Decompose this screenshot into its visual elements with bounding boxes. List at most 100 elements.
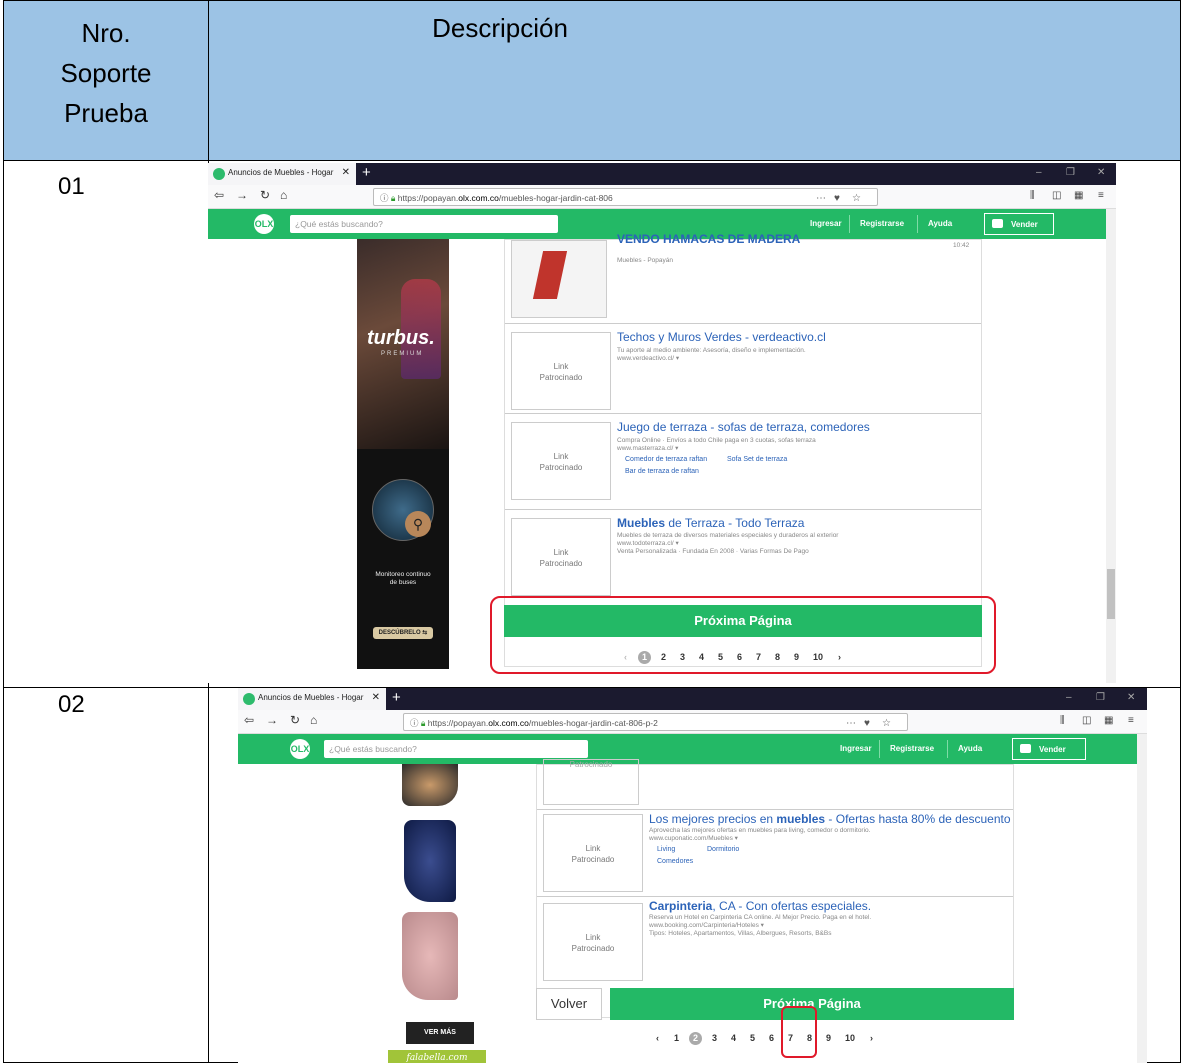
listing-thumbnail[interactable]: [511, 240, 607, 318]
menu-icon[interactable]: ≡: [1098, 190, 1104, 201]
close-window-icon[interactable]: ✕: [1097, 167, 1105, 178]
sidebar-icon[interactable]: ◫: [1052, 190, 1061, 201]
sell-button[interactable]: Vender: [984, 213, 1054, 235]
browser-tab[interactable]: Anuncios de Muebles - Hogar ✕: [238, 688, 386, 710]
page-link[interactable]: 6: [762, 1033, 781, 1043]
forward-icon[interactable]: →: [236, 188, 248, 202]
divider: [947, 740, 948, 758]
library-icon[interactable]: ⫼: [1060, 715, 1065, 726]
ad-title[interactable]: Techos y Muros Verdes - verdeactivo.cl: [617, 330, 826, 344]
page-actions-icon[interactable]: ⋯: [816, 193, 826, 204]
ad-description: Reserva un Hotel en Carpinteria CA onlin…: [649, 914, 872, 921]
falabella-ad-banner[interactable]: VER MÁS falabella.com: [388, 764, 486, 1063]
ad-title[interactable]: Muebles de Terraza - Todo Terraza: [617, 516, 804, 530]
back-button[interactable]: Volver: [536, 988, 602, 1020]
close-tab-icon[interactable]: ✕: [372, 692, 380, 703]
url-bar[interactable]: ⓘ 🔒︎ https://popayan.olx.com.co/muebles-…: [373, 188, 878, 206]
ad-url[interactable]: www.cuponatic.com/Muebles ▾: [649, 835, 738, 843]
ad-title[interactable]: Carpinteria, CA - Con ofertas especiales…: [649, 899, 871, 913]
extension-icon[interactable]: ▦: [1074, 190, 1083, 201]
new-tab-icon[interactable]: +: [392, 689, 401, 706]
bookmark-star-icon[interactable]: ☆: [852, 193, 861, 204]
ad-description: Aprovecha las mejores ofertas en muebles…: [649, 827, 871, 834]
url-bar[interactable]: ⓘ 🔒︎ https://popayan.olx.com.co/muebles-…: [403, 713, 908, 731]
turbus-ad-banner[interactable]: turbus. PREMIUM ⚲ Monitoreo continuo de b…: [357, 239, 449, 669]
page-scrollbar[interactable]: [1137, 734, 1147, 1063]
page-actions-icon[interactable]: ⋯: [846, 718, 856, 729]
page-link[interactable]: 1: [667, 1033, 686, 1043]
ad-cta-button[interactable]: DESCÚBRELO ⇆: [373, 627, 433, 639]
extension-icon[interactable]: ▦: [1104, 715, 1113, 726]
help-link[interactable]: Ayuda: [928, 219, 952, 228]
sponsored-ad-card[interactable]: Link Patrocinado Muebles de Terraza - Tod…: [505, 510, 981, 600]
olx-logo[interactable]: OLX: [254, 214, 274, 234]
restore-icon[interactable]: ❐: [1066, 167, 1075, 178]
search-icon[interactable]: ⚲: [572, 741, 581, 755]
listing-title[interactable]: VENDO HAMACAS DE MADERA: [617, 232, 800, 246]
listing-row[interactable]: VENDO HAMACAS DE MADERA Muebles - Popayá…: [505, 232, 981, 324]
ad-sitelink[interactable]: Sofa Set de terraza: [727, 456, 787, 463]
ad-sitelink[interactable]: Dormitorio: [707, 846, 739, 853]
pocket-icon[interactable]: ♥: [834, 193, 840, 204]
sponsored-thumbnail: Link Patrocinado: [543, 903, 643, 981]
minimize-icon[interactable]: –: [1066, 692, 1072, 703]
search-icon[interactable]: ⚲: [546, 216, 555, 230]
ad-sitelink[interactable]: Comedor de terraza raftan: [625, 456, 707, 463]
page-2-current[interactable]: 2: [689, 1032, 702, 1045]
page-link[interactable]: 4: [724, 1033, 743, 1043]
page-link[interactable]: 10: [838, 1033, 862, 1043]
sponsored-ad-card[interactable]: Link Patrocinado Techos y Muros Verdes - …: [505, 324, 981, 414]
register-link[interactable]: Registrarse: [860, 219, 904, 228]
search-input[interactable]: ¿Qué estás buscando?: [290, 215, 558, 233]
home-icon[interactable]: ⌂: [280, 188, 287, 202]
ad-sitelink[interactable]: Living: [657, 846, 675, 853]
home-icon[interactable]: ⌂: [310, 713, 317, 727]
browser-tab[interactable]: Anuncios de Muebles - Hogar ✕: [208, 163, 356, 185]
page-link[interactable]: 9: [819, 1033, 838, 1043]
minimize-icon[interactable]: –: [1036, 167, 1042, 178]
ad-url[interactable]: www.todoterraza.cl/ ▾: [617, 540, 679, 548]
reload-icon[interactable]: ↻: [260, 188, 270, 202]
register-link[interactable]: Registrarse: [890, 744, 934, 753]
page-link[interactable]: 5: [743, 1033, 762, 1043]
ad-title[interactable]: Juego de terraza - sofas de terraza, com…: [617, 420, 870, 434]
sponsored-ad-card[interactable]: Link Patrocinado Juego de terraza - sofas…: [505, 414, 981, 510]
ad-url[interactable]: www.verdeactivo.cl/ ▾: [617, 355, 679, 363]
ad-url[interactable]: www.masterraza.cl/ ▾: [617, 445, 678, 453]
olx-logo[interactable]: OLX: [290, 739, 310, 759]
search-input[interactable]: ¿Qué estás buscando?: [324, 740, 588, 758]
new-tab-icon[interactable]: +: [362, 164, 371, 181]
sponsored-thumbnail-partial: Patrocinado: [543, 759, 639, 805]
next-page-icon[interactable]: ›: [862, 1033, 881, 1043]
bookmark-star-icon[interactable]: ☆: [882, 718, 891, 729]
sponsored-ad-card[interactable]: Link Patrocinado Los mejores precios en m…: [537, 809, 1013, 897]
back-icon[interactable]: ⇦: [214, 188, 224, 202]
scrollbar-thumb[interactable]: [1107, 569, 1115, 619]
login-link[interactable]: Ingresar: [840, 744, 872, 753]
olx-favicon-icon: [213, 168, 225, 180]
ad-title[interactable]: Los mejores precios en muebles - Ofertas…: [649, 812, 1011, 826]
reload-icon[interactable]: ↻: [290, 713, 300, 727]
page-link[interactable]: 3: [705, 1033, 724, 1043]
table-header: Nro. Soporte Prueba Descripción: [4, 1, 1180, 161]
menu-icon[interactable]: ≡: [1128, 715, 1134, 726]
restore-icon[interactable]: ❐: [1096, 692, 1105, 703]
sidebar-icon[interactable]: ◫: [1082, 715, 1091, 726]
ad-sitelink[interactable]: Comedores: [657, 858, 693, 865]
sell-button[interactable]: Vender: [1012, 738, 1086, 760]
ad-url[interactable]: www.booking.com/Carpinteria/Hoteles ▾: [649, 922, 764, 930]
help-link[interactable]: Ayuda: [958, 744, 982, 753]
forward-icon[interactable]: →: [266, 713, 278, 727]
ad-cta-button[interactable]: VER MÁS: [406, 1022, 474, 1044]
back-icon[interactable]: ⇦: [244, 713, 254, 727]
ad-sitelink[interactable]: Bar de terraza de raftan: [625, 468, 699, 475]
login-link[interactable]: Ingresar: [810, 219, 842, 228]
close-tab-icon[interactable]: ✕: [342, 167, 350, 178]
prev-page-icon[interactable]: ‹: [648, 1033, 667, 1043]
library-icon[interactable]: ⫼: [1030, 190, 1035, 201]
divider: [879, 740, 880, 758]
page-scrollbar[interactable]: [1106, 209, 1116, 683]
pocket-icon[interactable]: ♥: [864, 718, 870, 729]
close-window-icon[interactable]: ✕: [1127, 692, 1135, 703]
sponsored-ad-card[interactable]: Link Patrocinado Carpinteria, CA - Con of…: [537, 897, 1013, 995]
